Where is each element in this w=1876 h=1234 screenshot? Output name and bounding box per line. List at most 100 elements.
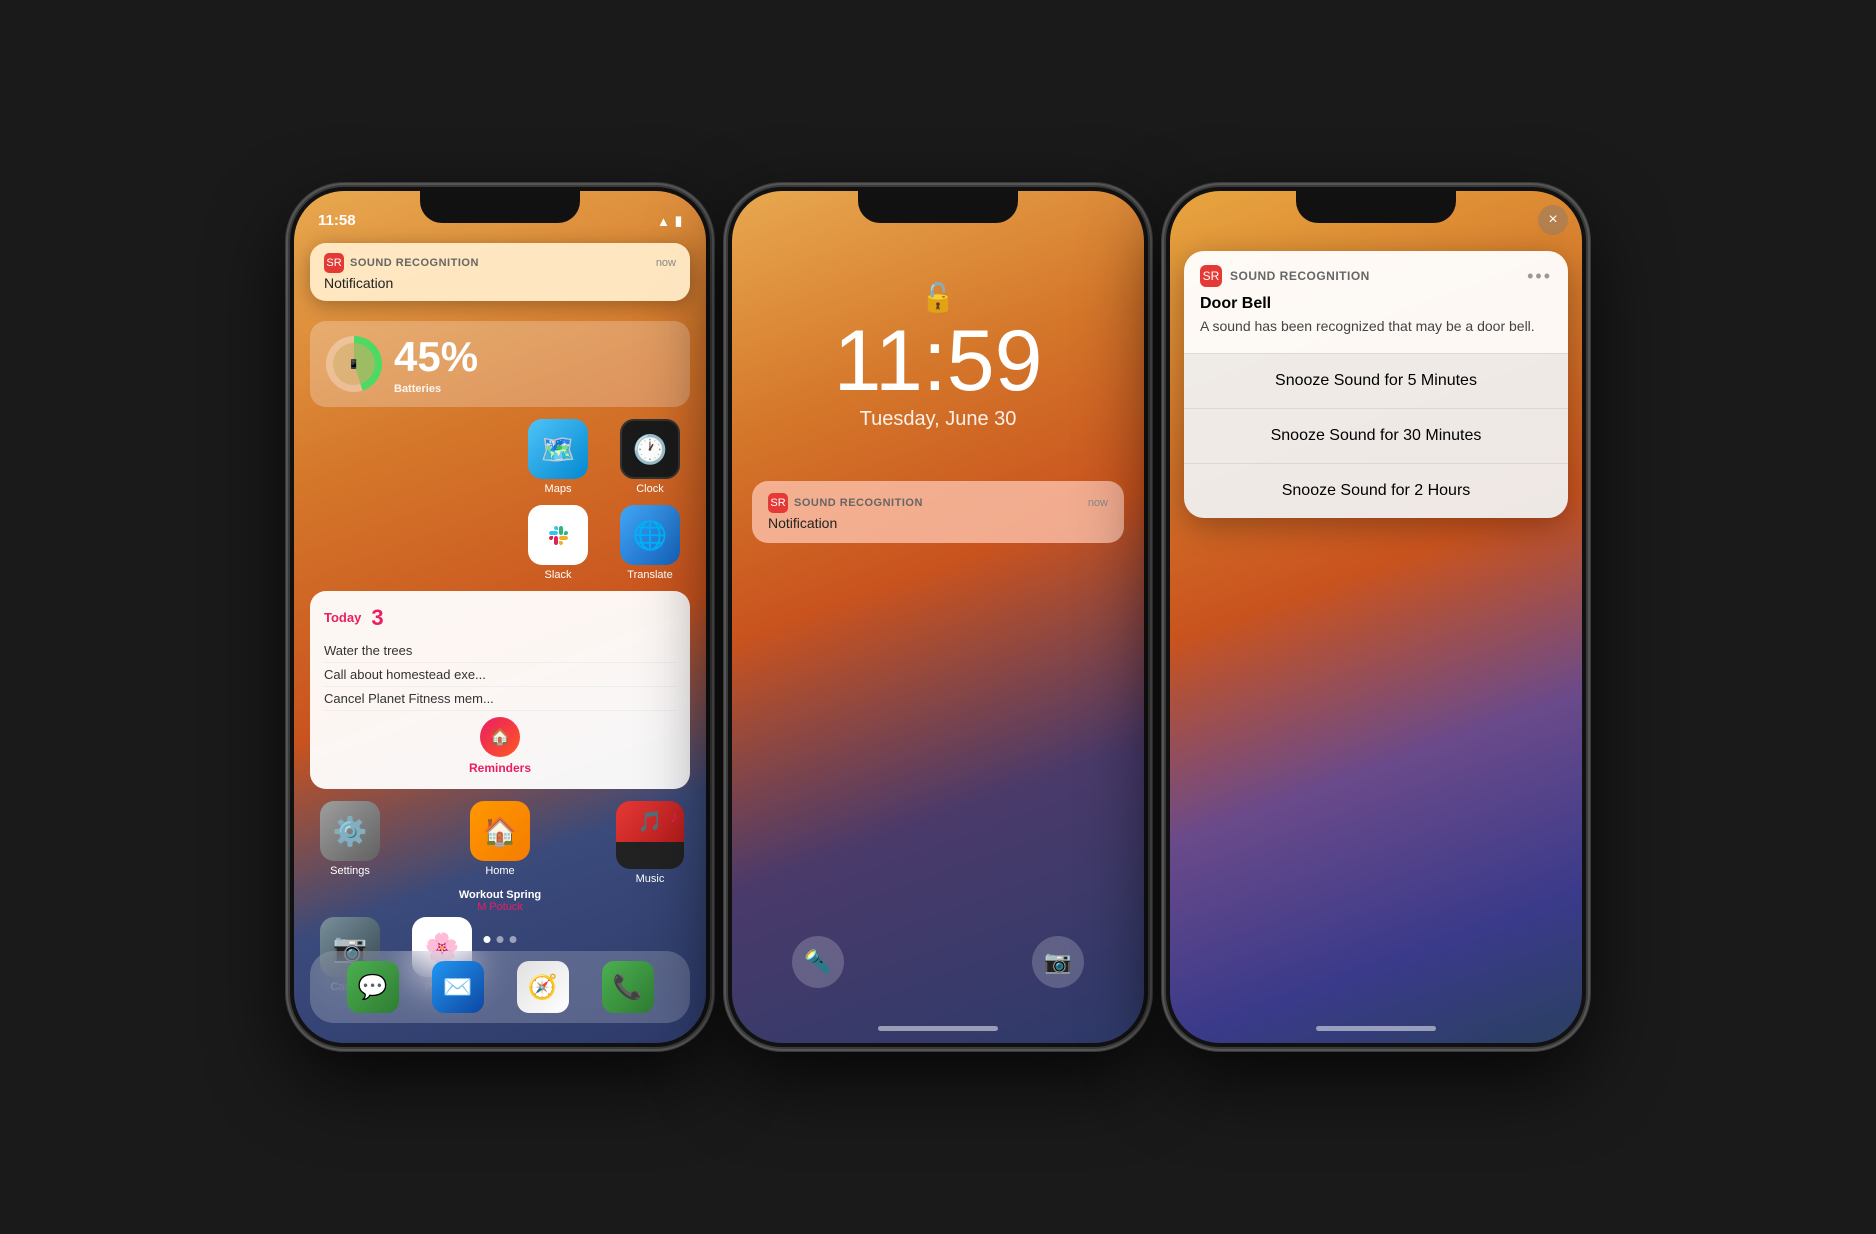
reminders-count: 3 xyxy=(371,605,383,631)
music-artist: M Potuck xyxy=(310,901,690,913)
home-app[interactable]: 🏠 Home xyxy=(460,801,540,885)
status-icons-1: ▲ ▮ xyxy=(657,213,682,229)
dot-1 xyxy=(484,936,491,943)
settings-label: Settings xyxy=(330,865,370,877)
maps-icon: 🗺️ xyxy=(528,419,588,479)
expanded-notification[interactable]: SR SOUND RECOGNITION ••• Door Bell A sou… xyxy=(1184,251,1568,518)
app-row-1: 🗺️ Maps 🕐 Clock xyxy=(310,419,690,495)
reminder-item-3[interactable]: Cancel Planet Fitness mem... xyxy=(324,687,676,711)
dock-1: 💬 ✉️ 🧭 📞 xyxy=(310,951,690,1023)
notif-main-body: SR SOUND RECOGNITION ••• Door Bell A sou… xyxy=(1184,251,1568,353)
battery-percent: 45% xyxy=(394,333,478,381)
app-row-2: Slack 🌐 Translate xyxy=(310,505,690,581)
close-icon: × xyxy=(1548,211,1557,229)
snooze-5-label: Snooze Sound for 5 Minutes xyxy=(1275,372,1477,389)
mail-icon: ✉️ xyxy=(432,961,484,1013)
messages-app[interactable]: 💬 xyxy=(333,961,413,1013)
expanded-app-name: SOUND RECOGNITION xyxy=(1230,269,1370,283)
dot-3 xyxy=(510,936,517,943)
slack-icon xyxy=(528,505,588,565)
reminder-item-2[interactable]: Call about homestead exe... xyxy=(324,663,676,687)
messages-icon: 💬 xyxy=(347,961,399,1013)
settings-icon-app: ⚙️ xyxy=(320,801,380,861)
music-label: Music xyxy=(636,873,665,885)
translate-icon-app: 🌐 xyxy=(620,505,680,565)
expanded-icon-label: SR xyxy=(1203,269,1220,283)
expanded-notif-header: SR SOUND RECOGNITION ••• xyxy=(1200,265,1552,287)
slack-app[interactable]: Slack xyxy=(518,505,598,581)
reminders-date: Today xyxy=(324,610,361,625)
notif-app-info-1: SR SOUND RECOGNITION xyxy=(324,253,479,273)
lock-notif-app-name: SOUND RECOGNITION xyxy=(794,497,923,509)
snooze-5-minutes-button[interactable]: Snooze Sound for 5 Minutes xyxy=(1184,353,1568,408)
wifi-icon: ▲ xyxy=(657,214,670,229)
clock-icon-app: 🕐 xyxy=(620,419,680,479)
safari-app[interactable]: 🧭 xyxy=(503,961,583,1013)
clock-label: Clock xyxy=(636,483,664,495)
snooze-2-hours-button[interactable]: Snooze Sound for 2 Hours xyxy=(1184,463,1568,518)
lock-screen-time: 🔓 11:59 Tuesday, June 30 xyxy=(732,281,1144,431)
page-dots xyxy=(484,936,517,943)
notif-header-1: SR SOUND RECOGNITION now xyxy=(324,253,676,273)
slack-label: Slack xyxy=(545,569,572,581)
dot-2 xyxy=(497,936,504,943)
music-info: Workout Spring M Potuck xyxy=(310,889,690,913)
lock-notif-icon-label: SR xyxy=(770,497,785,509)
lock-date-display: Tuesday, June 30 xyxy=(732,408,1144,431)
camera-button[interactable]: 📷 xyxy=(1032,936,1084,988)
flashlight-button[interactable]: 🔦 xyxy=(792,936,844,988)
notif-body-1: Notification xyxy=(324,275,676,291)
lock-sound-recognition-icon: SR xyxy=(768,493,788,513)
snooze-30-label: Snooze Sound for 30 Minutes xyxy=(1271,427,1482,444)
widget-area-1: 📱 45% Batteries 🗺️ Maps 🕐 Clock xyxy=(310,321,690,1003)
lock-notification[interactable]: SR SOUND RECOGNITION now Notification xyxy=(752,481,1124,543)
music-app[interactable]: 🎵 ♪ Music xyxy=(610,801,690,885)
notch-2 xyxy=(858,191,1018,223)
translate-app[interactable]: 🌐 Translate xyxy=(610,505,690,581)
home-icon-app: 🏠 xyxy=(470,801,530,861)
home-indicator-3 xyxy=(1316,1026,1436,1031)
lock-icon: 🔓 xyxy=(732,281,1144,314)
phone-1: 11:58 ▲ ▮ SR SOUND RECOGNITION now Notif… xyxy=(290,187,710,1047)
lock-notif-body: Notification xyxy=(768,515,1108,531)
music-title: Workout Spring xyxy=(310,889,690,901)
music-card: 🎵 ♪ xyxy=(616,801,684,869)
battery-circle-inner: 📱 xyxy=(333,343,375,385)
phone-app[interactable]: 📞 xyxy=(588,961,668,1013)
notch-1 xyxy=(420,191,580,223)
lock-notif-header: SR SOUND RECOGNITION now xyxy=(768,493,1108,513)
lock-notif-app-info: SR SOUND RECOGNITION xyxy=(768,493,923,513)
expanded-sound-recognition-icon: SR xyxy=(1200,265,1222,287)
phone-3: × SR SOUND RECOGNITION ••• Door Bell A s… xyxy=(1166,187,1586,1047)
battery-icon: ▮ xyxy=(675,213,682,229)
phone-2: 🔓 11:59 Tuesday, June 30 SR SOUND RECOGN… xyxy=(728,187,1148,1047)
notification-description: A sound has been recognized that may be … xyxy=(1200,317,1552,337)
notification-banner-1[interactable]: SR SOUND RECOGNITION now Notification xyxy=(310,243,690,301)
sound-recognition-icon-1: SR xyxy=(324,253,344,273)
phone-icon: 📞 xyxy=(602,961,654,1013)
mail-app[interactable]: ✉️ xyxy=(418,961,498,1013)
home-reminder-icon: 🏠 xyxy=(480,717,520,757)
clock-app[interactable]: 🕐 Clock xyxy=(610,419,690,495)
safari-icon: 🧭 xyxy=(517,961,569,1013)
notif-icon-label: SR xyxy=(326,257,341,269)
batteries-widget: 📱 45% Batteries xyxy=(310,321,690,407)
reminder-item-1[interactable]: Water the trees xyxy=(324,639,676,663)
notification-title: Door Bell xyxy=(1200,295,1552,313)
app-row-3: ⚙️ Settings 🏠 Home 🎵 ♪ Music xyxy=(310,801,690,885)
reminders-widget: Today 3 Water the trees Call about homes… xyxy=(310,591,690,789)
close-notification-button[interactable]: × xyxy=(1538,205,1568,235)
translate-label: Translate xyxy=(627,569,672,581)
notification-more-options[interactable]: ••• xyxy=(1527,266,1552,287)
lock-time-display: 11:59 xyxy=(732,318,1144,404)
battery-circle: 📱 xyxy=(326,336,382,392)
notif-app-name-1: SOUND RECOGNITION xyxy=(350,257,479,269)
home-label: Home xyxy=(485,865,514,877)
settings-app[interactable]: ⚙️ Settings xyxy=(310,801,390,885)
snooze-2hours-label: Snooze Sound for 2 Hours xyxy=(1282,482,1471,499)
maps-label: Maps xyxy=(545,483,572,495)
snooze-30-minutes-button[interactable]: Snooze Sound for 30 Minutes xyxy=(1184,408,1568,463)
maps-app[interactable]: 🗺️ Maps xyxy=(518,419,598,495)
lock-notif-time: now xyxy=(1088,497,1108,509)
lock-bottom-controls: 🔦 📷 xyxy=(732,936,1144,988)
